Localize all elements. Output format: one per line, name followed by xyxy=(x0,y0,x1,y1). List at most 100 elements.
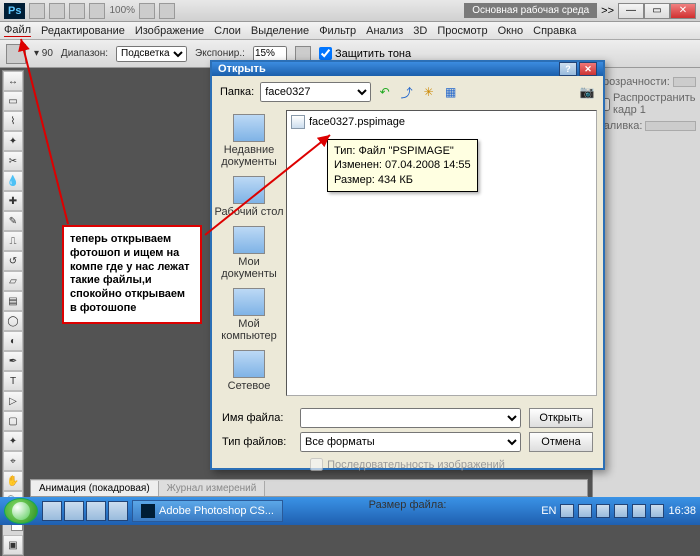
stamp-tool[interactable]: ⎍ xyxy=(3,231,23,251)
places-bar: Недавние документы Рабочий стол Мои доку… xyxy=(212,108,286,398)
menu-edit[interactable]: Редактирование xyxy=(41,25,125,37)
menu-help[interactable]: Справка xyxy=(533,25,576,37)
tool-preset-icon[interactable] xyxy=(6,44,26,64)
brush-tool[interactable]: ✎ xyxy=(3,211,23,231)
sequence-checkbox xyxy=(310,458,323,471)
tray-icon[interactable] xyxy=(614,504,628,518)
views-icon[interactable]: ▦ xyxy=(443,84,459,100)
titlebar-icon[interactable] xyxy=(89,3,105,19)
protect-tones-checkbox[interactable]: Защитить тона xyxy=(319,47,411,60)
place-desktop[interactable]: Рабочий стол xyxy=(214,176,283,218)
hand-tool[interactable]: ✋ xyxy=(3,471,23,491)
titlebar-icon[interactable] xyxy=(139,3,155,19)
dodge-tool[interactable]: ◐ xyxy=(3,331,23,351)
cancel-button[interactable]: Отмена xyxy=(529,432,593,452)
newfolder-icon[interactable]: ✳ xyxy=(421,84,437,100)
place-network[interactable]: Сетевое xyxy=(228,350,271,392)
app-icon xyxy=(141,504,155,518)
maximize-button[interactable]: ▭ xyxy=(644,3,670,19)
tray-icon[interactable] xyxy=(632,504,646,518)
quicklaunch-icon[interactable] xyxy=(86,501,106,521)
open-button[interactable]: Открыть xyxy=(529,408,593,428)
close-button[interactable]: ✕ xyxy=(670,3,696,19)
pen-tool[interactable]: ✒ xyxy=(3,351,23,371)
quickmask-toggle[interactable]: ▣ xyxy=(3,535,23,555)
tab-animation[interactable]: Анимация (покадровая) xyxy=(31,481,159,496)
toolbox: ↔ ▭ ⌇ ✦ ✂ 💧 ✚ ✎ ⎍ ↺ ▱ ▤ ◯ ◐ ✒ T ▷ ▢ ✦ ⌖ … xyxy=(2,70,24,556)
up-icon[interactable]: ⤴ xyxy=(399,84,415,100)
app-logo: Ps xyxy=(4,3,25,19)
quick-launch xyxy=(42,501,128,521)
dialog-help-button[interactable]: ? xyxy=(559,62,577,76)
blur-tool[interactable]: ◯ xyxy=(3,311,23,331)
menu-view[interactable]: Просмотр xyxy=(437,25,487,37)
menu-layers[interactable]: Слои xyxy=(214,25,241,37)
back-icon[interactable]: ↶ xyxy=(377,84,393,100)
file-list[interactable]: face0327.pspimage Тип: Файл "PSPIMAGE" И… xyxy=(286,110,597,396)
shape-tool[interactable]: ▢ xyxy=(3,411,23,431)
heal-tool[interactable]: ✚ xyxy=(3,191,23,211)
titlebar-icon[interactable] xyxy=(159,3,175,19)
menu-select[interactable]: Выделение xyxy=(251,25,309,37)
menu-filter[interactable]: Фильтр xyxy=(319,25,356,37)
start-button[interactable] xyxy=(4,498,38,524)
titlebar-icon[interactable] xyxy=(29,3,45,19)
quicklaunch-icon[interactable] xyxy=(64,501,84,521)
file-item[interactable]: face0327.pspimage xyxy=(291,115,592,129)
titlebar-icon[interactable] xyxy=(49,3,65,19)
place-recent[interactable]: Недавние документы xyxy=(212,114,286,168)
window-controls: — ▭ ✕ xyxy=(618,3,696,19)
wand-tool[interactable]: ✦ xyxy=(3,131,23,151)
titlebar-icon[interactable] xyxy=(69,3,85,19)
file-name: face0327.pspimage xyxy=(309,116,405,128)
menu-3d[interactable]: 3D xyxy=(413,25,427,37)
opacity-slider[interactable] xyxy=(673,77,696,87)
file-size-label: Размер файла: xyxy=(222,499,593,511)
filetype-label: Тип файлов: xyxy=(222,436,292,448)
eraser-tool[interactable]: ▱ xyxy=(3,271,23,291)
quicklaunch-icon[interactable] xyxy=(108,501,128,521)
filename-label: Имя файла: xyxy=(222,412,292,424)
dialog-titlebar[interactable]: Открыть ? ✕ xyxy=(212,62,603,76)
path-tool[interactable]: ▷ xyxy=(3,391,23,411)
file-tooltip: Тип: Файл "PSPIMAGE" Изменен: 07.04.2008… xyxy=(327,139,478,192)
fill-slider[interactable] xyxy=(645,121,696,131)
range-label: Диапазон: xyxy=(61,48,108,59)
crop-tool[interactable]: ✂ xyxy=(3,151,23,171)
history-brush-tool[interactable]: ↺ xyxy=(3,251,23,271)
workspace-selector[interactable]: Основная рабочая среда xyxy=(464,3,597,18)
tray-icon[interactable] xyxy=(650,504,664,518)
eyedropper-tool[interactable]: 💧 xyxy=(3,171,23,191)
range-select[interactable]: Подсветка xyxy=(116,46,187,62)
folder-select[interactable]: face0327 xyxy=(260,82,370,102)
3d-camera-tool[interactable]: ⌖ xyxy=(3,451,23,471)
clock[interactable]: 16:38 xyxy=(668,505,696,517)
app-titlebar: Ps 100% Основная рабочая среда >> — ▭ ✕ xyxy=(0,0,700,22)
lasso-tool[interactable]: ⌇ xyxy=(3,111,23,131)
type-tool[interactable]: T xyxy=(3,371,23,391)
exposure-label: Экспонир.: xyxy=(195,48,245,59)
main-menubar: Файл Редактирование Изображение Слои Выд… xyxy=(0,22,700,40)
sequence-label: Последовательность изображений xyxy=(327,459,505,471)
place-computer[interactable]: Мой компьютер xyxy=(212,288,286,342)
marquee-tool[interactable]: ▭ xyxy=(3,91,23,111)
menu-file[interactable]: Файл xyxy=(4,24,31,37)
camera-icon[interactable]: 📷 xyxy=(579,84,595,100)
filename-input[interactable] xyxy=(300,408,521,428)
dialog-close-button[interactable]: ✕ xyxy=(579,62,597,76)
folder-label: Папка: xyxy=(220,86,254,98)
filetype-select[interactable]: Все форматы xyxy=(300,432,521,452)
place-documents[interactable]: Мои документы xyxy=(212,226,286,280)
menu-analysis[interactable]: Анализ xyxy=(366,25,403,37)
minimize-button[interactable]: — xyxy=(618,3,644,19)
workspace-chevrons[interactable]: >> xyxy=(601,5,614,17)
menu-image[interactable]: Изображение xyxy=(135,25,204,37)
tutorial-annotation: теперь открываем фотошоп и ищем на компе… xyxy=(62,225,202,324)
zoom-level[interactable]: 100% xyxy=(109,5,135,16)
gradient-tool[interactable]: ▤ xyxy=(3,291,23,311)
opacity-label: прозрачности: xyxy=(597,76,670,88)
menu-window[interactable]: Окно xyxy=(498,25,524,37)
quicklaunch-icon[interactable] xyxy=(42,501,62,521)
move-tool[interactable]: ↔ xyxy=(3,71,23,91)
3d-tool[interactable]: ✦ xyxy=(3,431,23,451)
